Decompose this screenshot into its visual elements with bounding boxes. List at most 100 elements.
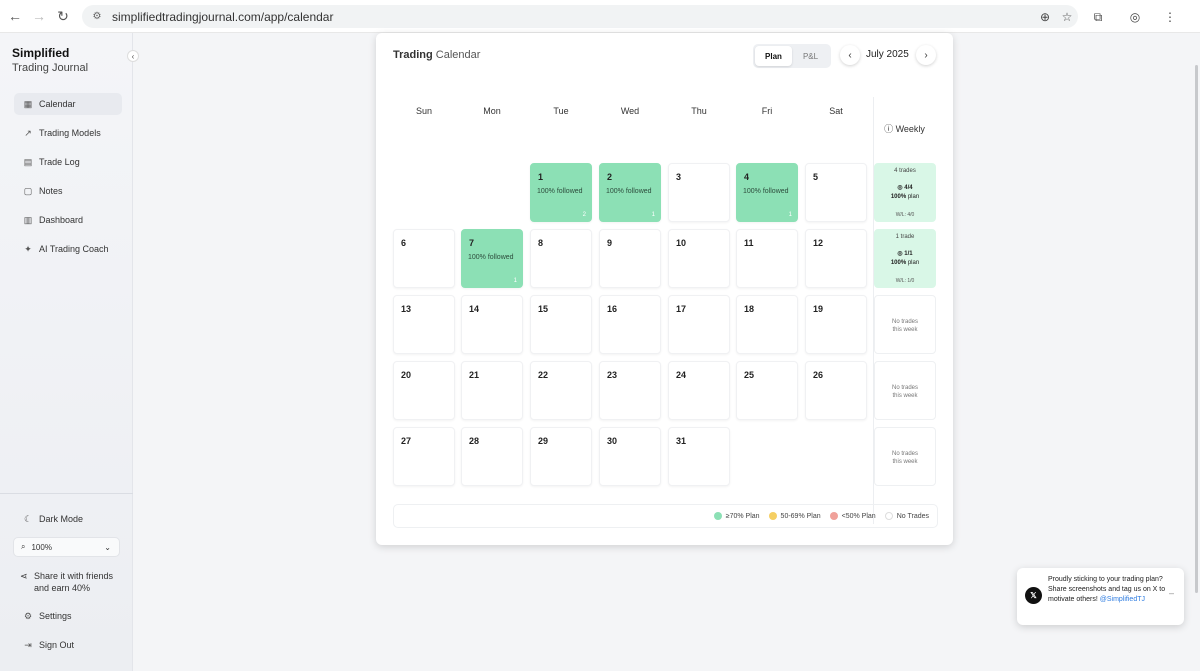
weekly-summary: 4 trades ◎ 4/4 100% plan W/L: 4/0: [874, 163, 936, 222]
chevron-left-icon: ‹: [848, 49, 852, 61]
day-cell[interactable]: 30: [599, 427, 661, 486]
sidebar-item-trade-log[interactable]: ▤ Trade Log: [14, 151, 122, 173]
check-circle-icon: ◎: [897, 185, 903, 191]
share-link[interactable]: ⋖ Share it with friends and earn 40%: [20, 570, 130, 594]
day-followed: 100% followed: [606, 188, 652, 195]
day-number: 31: [676, 436, 687, 446]
sidebar-item-dashboard[interactable]: ▥ Dashboard: [14, 209, 122, 231]
day-cell[interactable]: 13: [393, 295, 455, 354]
day-cell[interactable]: 1 100% followed 2: [530, 163, 592, 222]
day-cell[interactable]: 17: [668, 295, 730, 354]
day-number: 11: [744, 238, 754, 248]
settings-button[interactable]: ⚙ Settings: [14, 605, 122, 627]
minimize-icon[interactable]: –: [1169, 588, 1174, 598]
plan-tab[interactable]: Plan: [755, 46, 792, 66]
day-cell[interactable]: 15: [530, 295, 592, 354]
sidebar-item-calendar[interactable]: ▦ Calendar: [14, 93, 122, 115]
day-cell[interactable]: 19: [805, 295, 867, 354]
day-cell[interactable]: 23: [599, 361, 661, 420]
toast-handle-link[interactable]: @SimplifiedTJ: [1100, 596, 1145, 603]
legend-item: ≥70% Plan: [713, 512, 760, 520]
sign-out-button[interactable]: ⇥ Sign Out: [14, 634, 122, 656]
weekly-ratio: 1/1: [904, 251, 913, 257]
day-number: 21: [469, 370, 480, 380]
day-number: 3: [676, 172, 682, 182]
day-cell[interactable]: 6: [393, 229, 455, 288]
day-number: 13: [401, 304, 412, 314]
day-cell[interactable]: 3: [668, 163, 730, 222]
next-month-button[interactable]: ›: [916, 45, 936, 65]
address-bar[interactable]: ⚙ simplifiedtradingjournal.com/app/calen…: [82, 5, 1078, 28]
day-cell[interactable]: 22: [530, 361, 592, 420]
day-cell[interactable]: 4 100% followed 1: [736, 163, 798, 222]
forward-icon[interactable]: →: [30, 7, 48, 25]
day-number: 28: [469, 436, 480, 446]
zoom-icon[interactable]: ⊕: [1034, 10, 1056, 24]
day-cell[interactable]: 9: [599, 229, 661, 288]
day-cell[interactable]: 2 100% followed 1: [599, 163, 661, 222]
url-text: simplifiedtradingjournal.com/app/calenda…: [112, 9, 334, 24]
reload-icon[interactable]: ↻: [54, 7, 72, 25]
browser-toolbar: ← → ↻ ⚙ simplifiedtradingjournal.com/app…: [0, 0, 1200, 33]
sidebar-item-ai-trading-coach[interactable]: ✦ AI Trading Coach: [14, 238, 122, 260]
dark-mode-toggle[interactable]: ☾ Dark Mode: [14, 508, 122, 530]
bar-chart-icon: ▥: [23, 214, 33, 225]
day-cell[interactable]: 25: [736, 361, 798, 420]
day-cell[interactable]: 29: [530, 427, 592, 486]
profile-icon[interactable]: ◎: [1125, 7, 1145, 27]
day-cell[interactable]: 12: [805, 229, 867, 288]
menu-icon[interactable]: ⋮: [1160, 7, 1180, 27]
day-number: 14: [469, 304, 480, 314]
day-number: 20: [401, 370, 412, 380]
day-cell[interactable]: 8: [530, 229, 592, 288]
prev-month-button[interactable]: ‹: [840, 45, 860, 65]
day-cell[interactable]: 10: [668, 229, 730, 288]
sidebar-item-label: Trading Models: [39, 128, 101, 138]
day-cell[interactable]: 27: [393, 427, 455, 486]
share-toast: 𝕏 Proudly sticking to your trading plan?…: [1017, 568, 1184, 625]
weekday-thu: Thu: [691, 106, 707, 116]
collapse-sidebar-icon[interactable]: ‹: [127, 50, 139, 62]
day-cell[interactable]: 7 100% followed 1: [461, 229, 523, 288]
current-month: July 2025: [866, 49, 909, 60]
weekly-label: Weekly: [895, 124, 925, 134]
moon-icon: ☾: [23, 513, 33, 524]
sidebar-divider: [0, 493, 133, 494]
day-cell[interactable]: 26: [805, 361, 867, 420]
weekly-none-1: No trades: [891, 385, 918, 391]
pnl-tab[interactable]: P&L: [792, 46, 829, 66]
weekday-mon: Mon: [483, 106, 501, 116]
legend-item: <50% Plan: [829, 512, 876, 520]
day-cell[interactable]: 21: [461, 361, 523, 420]
day-cell[interactable]: 20: [393, 361, 455, 420]
day-cell[interactable]: 18: [736, 295, 798, 354]
site-settings-icon[interactable]: ⚙: [90, 10, 104, 24]
sidebar-item-trading-models[interactable]: ↗ Trading Models: [14, 122, 122, 144]
day-cell[interactable]: 14: [461, 295, 523, 354]
day-number: 12: [813, 238, 824, 248]
page-scrollbar[interactable]: [1195, 65, 1198, 593]
legend-dot: [829, 512, 838, 520]
day-cell[interactable]: 24: [668, 361, 730, 420]
day-cell[interactable]: 16: [599, 295, 661, 354]
day-cell[interactable]: 31: [668, 427, 730, 486]
day-cell[interactable]: 28: [461, 427, 523, 486]
sidebar-item-label: Notes: [39, 186, 63, 196]
legend-label: No Trades: [896, 512, 929, 520]
back-icon[interactable]: ←: [6, 7, 24, 25]
sidebar-item-notes[interactable]: ▢ Notes: [14, 180, 122, 202]
day-number: 24: [676, 370, 687, 380]
bookmark-star-icon[interactable]: ☆: [1056, 10, 1078, 24]
day-number: 9: [607, 238, 613, 248]
page-title: Trading Calendar: [393, 49, 480, 61]
sidebar-item-label: Calendar: [39, 99, 76, 109]
day-cell[interactable]: 5: [805, 163, 867, 222]
calendar-legend: ≥70% Plan 50-69% Plan <50% Plan No Trade…: [393, 504, 938, 528]
zoom-select[interactable]: ⌕ 100% ⌄: [13, 537, 120, 557]
weekly-wl: W/L: 4/0: [895, 212, 915, 218]
day-cell[interactable]: 11: [736, 229, 798, 288]
extensions-icon[interactable]: ⧉: [1088, 7, 1108, 27]
weekday-fri: Fri: [761, 106, 773, 116]
chevron-down-icon: ⌄: [104, 542, 111, 552]
weekly-none-1: No trades: [891, 451, 918, 457]
